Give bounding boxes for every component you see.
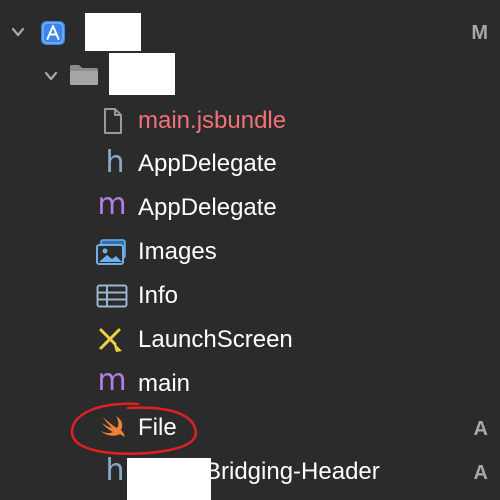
chevron-down-icon[interactable]: [9, 23, 27, 41]
document-icon: [102, 107, 124, 135]
filename-prefix-redacted: [127, 458, 211, 500]
storyboard-icon: [97, 326, 125, 354]
file-status-badge: A: [473, 462, 488, 484]
objc-m-icon: m: [97, 187, 127, 222]
file-label: Info: [138, 282, 179, 309]
objc-m-icon: m: [97, 363, 127, 398]
group-row[interactable]: [0, 53, 500, 97]
file-status-badge: A: [473, 418, 488, 440]
chevron-down-icon[interactable]: [42, 67, 60, 85]
file-row[interactable]: h Bridging-Header A: [0, 450, 500, 500]
file-row[interactable]: LaunchScreen: [0, 318, 500, 362]
header-h-icon: h: [105, 453, 125, 488]
header-h-icon: h: [105, 145, 125, 180]
folder-icon: [68, 63, 100, 87]
project-name-redacted: [85, 13, 141, 51]
app-project-icon: [40, 20, 66, 46]
file-row[interactable]: main.jsbundle: [0, 99, 500, 143]
plist-table-icon: [96, 284, 128, 308]
file-row[interactable]: m AppDelegate: [0, 186, 500, 230]
file-row[interactable]: File A: [0, 402, 500, 455]
file-label: AppDelegate: [138, 194, 277, 221]
file-label: LaunchScreen: [138, 326, 293, 353]
file-label: main: [138, 370, 191, 397]
project-row[interactable]: M: [0, 10, 500, 54]
asset-catalog-icon: [95, 238, 129, 266]
file-row[interactable]: Images: [0, 230, 500, 274]
file-label: Images: [138, 238, 217, 265]
file-label: File: [138, 414, 177, 441]
file-row[interactable]: h AppDelegate: [0, 142, 500, 186]
group-name-redacted: [109, 53, 175, 95]
file-label: Bridging-Header: [205, 458, 380, 485]
file-row[interactable]: Info: [0, 274, 500, 318]
project-status-badge: M: [471, 22, 488, 44]
swift-icon: [97, 415, 127, 441]
file-label: main.jsbundle: [138, 107, 287, 134]
file-label: AppDelegate: [138, 150, 277, 177]
